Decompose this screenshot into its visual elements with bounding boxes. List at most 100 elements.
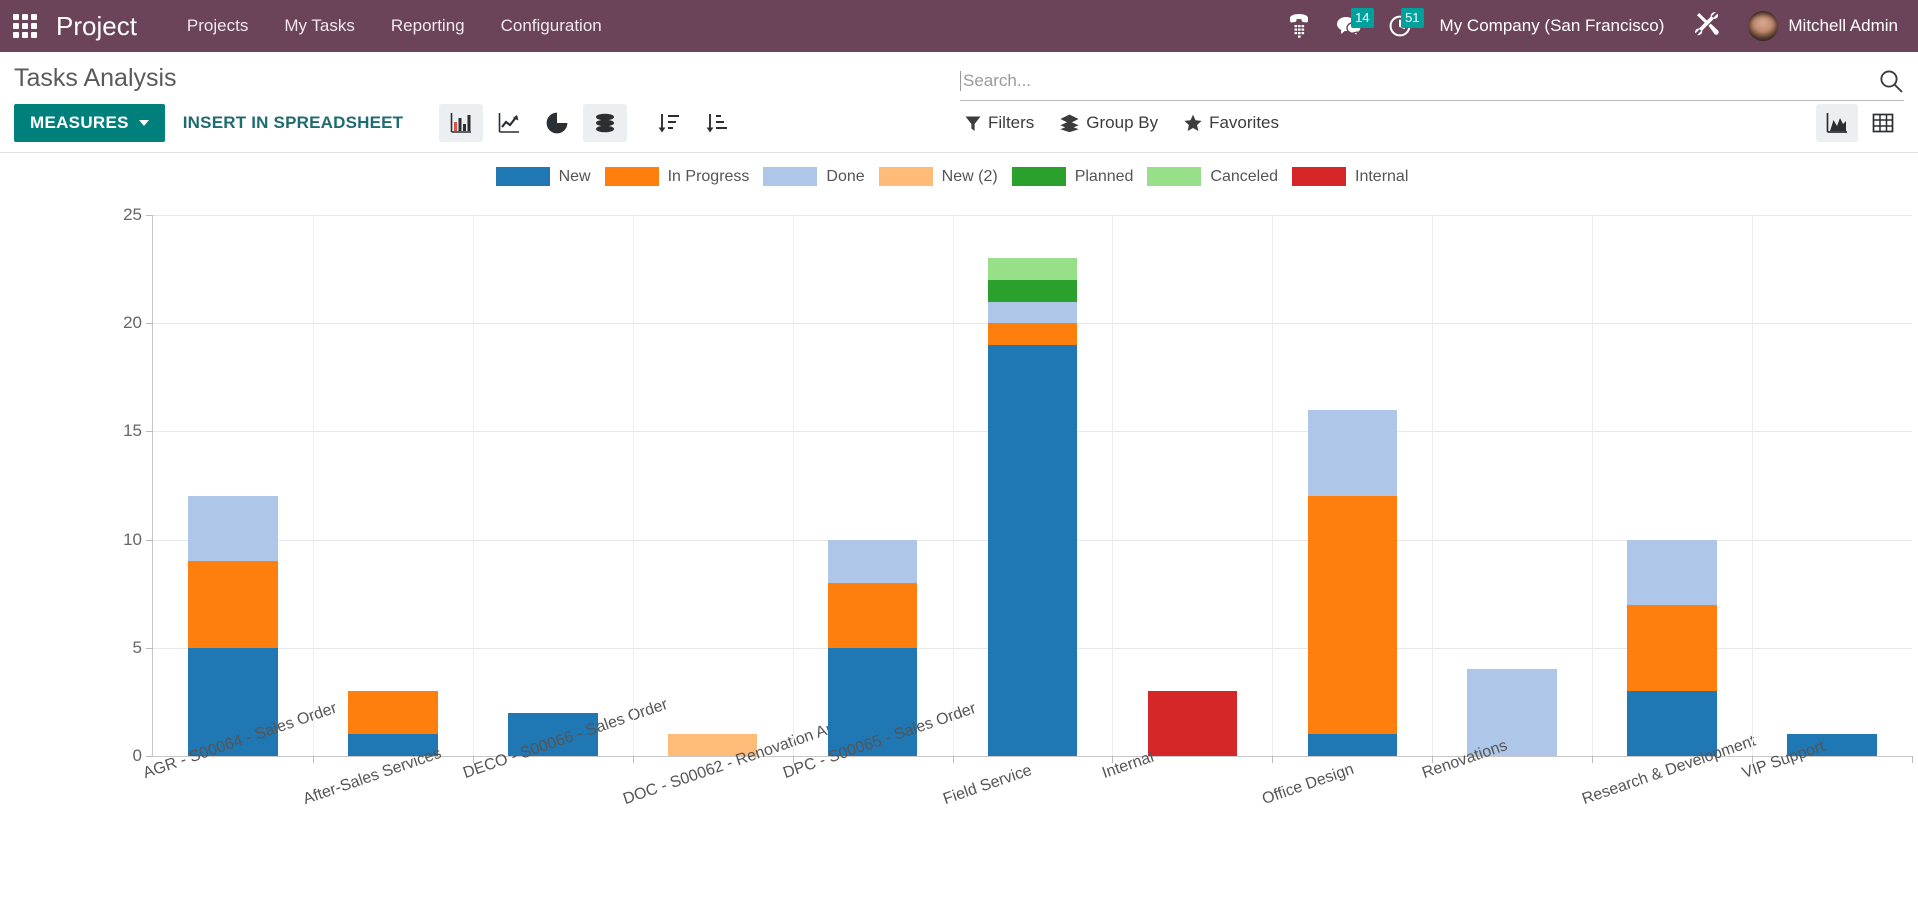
search-icon[interactable]	[1868, 68, 1904, 94]
stacked-icon[interactable]	[583, 104, 628, 142]
control-panel-actions-row: MEASURES INSERT IN SPREADSHEET Filters G…	[0, 96, 1918, 152]
x-gridline	[952, 215, 954, 756]
legend-item[interactable]: In Progress	[604, 167, 750, 186]
group-by-label: Group By	[1086, 113, 1159, 132]
legend-swatch	[1147, 167, 1202, 186]
bar-segment[interactable]	[827, 539, 918, 583]
y-axis-tick-mark	[146, 756, 153, 757]
user-name: Mitchell Admin	[1788, 16, 1898, 35]
x-axis-tick-mark	[312, 756, 314, 763]
legend-swatch	[495, 167, 550, 186]
x-gridline	[632, 215, 634, 756]
control-panel: Tasks Analysis MEASURES INSERT IN SPREAD…	[0, 52, 1918, 153]
insert-in-spreadsheet-button[interactable]: INSERT IN SPREADSHEET	[165, 104, 422, 142]
legend-label: Done	[826, 167, 865, 185]
bar-segment[interactable]	[1307, 734, 1398, 756]
legend-item[interactable]: New (2)	[878, 167, 998, 186]
measures-label: MEASURES	[30, 113, 129, 132]
bar-segment[interactable]	[1627, 539, 1717, 605]
bar-segment[interactable]	[1307, 496, 1398, 735]
bar-segment[interactable]	[987, 344, 1078, 756]
legend-swatch	[763, 167, 818, 186]
legend-item[interactable]: Done	[763, 167, 865, 186]
legend-label: Planned	[1074, 167, 1134, 185]
x-axis-tick-label: Field Service	[940, 761, 1034, 809]
measures-button[interactable]: MEASURES	[14, 104, 165, 142]
x-axis-tick-mark	[1272, 756, 1274, 763]
messages-icon[interactable]: 14	[1324, 6, 1374, 46]
x-gridline	[472, 215, 474, 756]
bar-segment[interactable]	[188, 561, 278, 648]
bar-segment[interactable]	[1627, 604, 1717, 692]
bar-stack[interactable]	[1147, 691, 1238, 756]
legend-item[interactable]: New	[495, 167, 591, 186]
bar-stack[interactable]	[1467, 669, 1557, 756]
bar-stack[interactable]	[1627, 539, 1717, 756]
legend-label: New	[558, 167, 591, 185]
nav-item-my-tasks[interactable]: My Tasks	[266, 8, 373, 44]
chart-plot-area: 0 5 10 15 20 25 AGR - S00064 - Sales Order Afte…	[123, 205, 1913, 808]
layers-icon	[1060, 114, 1079, 132]
legend-item[interactable]: Planned	[1011, 167, 1134, 186]
y-gridline	[153, 215, 1912, 216]
bar-segment[interactable]	[1627, 691, 1717, 756]
bar-segment[interactable]	[1147, 691, 1238, 756]
x-gridline	[1272, 215, 1274, 756]
bar-chart-icon[interactable]	[439, 104, 484, 142]
sort-descending-icon[interactable]	[647, 104, 691, 142]
chart-legend: New In Progress Done New (2) Planned Canceled…	[0, 167, 1918, 186]
filters-dropdown[interactable]: Filters	[965, 113, 1034, 133]
x-gridline	[1592, 215, 1594, 756]
company-switcher[interactable]: My Company (San Francisco)	[1426, 8, 1679, 44]
y-axis-tick-mark	[146, 431, 153, 433]
bar-stack[interactable]	[348, 691, 438, 756]
chevron-down-icon	[138, 120, 149, 126]
bar-stack[interactable]	[188, 496, 278, 756]
y-axis-tick-mark	[146, 323, 153, 325]
graph-view: New In Progress Done New (2) Planned Canceled…	[0, 153, 1918, 893]
bar-segment[interactable]	[987, 258, 1078, 280]
star-icon	[1184, 114, 1202, 131]
y-axis-tick-mark	[146, 215, 153, 216]
pivot-view-icon[interactable]	[1862, 104, 1904, 142]
bar-segment[interactable]	[348, 691, 438, 735]
group-by-dropdown[interactable]: Group By	[1060, 113, 1158, 133]
debug-tools-icon[interactable]	[1680, 5, 1734, 48]
graph-view-icon[interactable]	[1816, 104, 1858, 142]
pie-chart-icon[interactable]	[535, 104, 579, 142]
nav-item-configuration[interactable]: Configuration	[483, 8, 620, 44]
sort-ascending-icon[interactable]	[695, 104, 739, 142]
bar-segment[interactable]	[987, 301, 1078, 324]
favorites-dropdown[interactable]: Favorites	[1184, 113, 1279, 133]
bar-segment[interactable]	[1307, 409, 1398, 497]
bar-segment[interactable]	[188, 496, 278, 562]
nav-item-projects[interactable]: Projects	[169, 8, 266, 44]
x-gridline	[1112, 215, 1114, 756]
bar-stack[interactable]	[1307, 409, 1398, 756]
line-chart-icon[interactable]	[487, 104, 531, 142]
legend-label: In Progress	[667, 167, 750, 185]
legend-item[interactable]: Internal	[1292, 167, 1408, 186]
navbar-right-group: 14 51 My Company (San Francisco) Mitchel…	[1276, 5, 1902, 48]
x-gridline	[1432, 215, 1434, 756]
legend-swatch	[604, 167, 659, 186]
legend-label: New (2)	[941, 167, 998, 185]
bar-segment[interactable]	[987, 279, 1078, 302]
phone-icon[interactable]	[1276, 6, 1322, 46]
nav-item-reporting[interactable]: Reporting	[373, 8, 483, 44]
bar-stack[interactable]	[987, 258, 1078, 756]
bar-segment[interactable]	[827, 582, 918, 648]
filters-label: Filters	[988, 113, 1035, 132]
apps-grid-icon[interactable]	[8, 9, 42, 43]
search-facet-buttons: Filters Group By Favorites	[965, 113, 1279, 133]
bar-segment[interactable]	[987, 323, 1078, 345]
x-gridline	[1752, 215, 1754, 756]
app-brand-project[interactable]: Project	[56, 11, 137, 42]
activities-badge: 51	[1401, 8, 1424, 28]
activities-clock-icon[interactable]: 51	[1376, 6, 1424, 46]
legend-item[interactable]: Canceled	[1147, 167, 1278, 186]
search-input[interactable]	[960, 71, 1868, 91]
user-menu[interactable]: Mitchell Admin	[1736, 7, 1902, 45]
bar-segment[interactable]	[1467, 669, 1557, 756]
legend-swatch	[878, 167, 933, 186]
